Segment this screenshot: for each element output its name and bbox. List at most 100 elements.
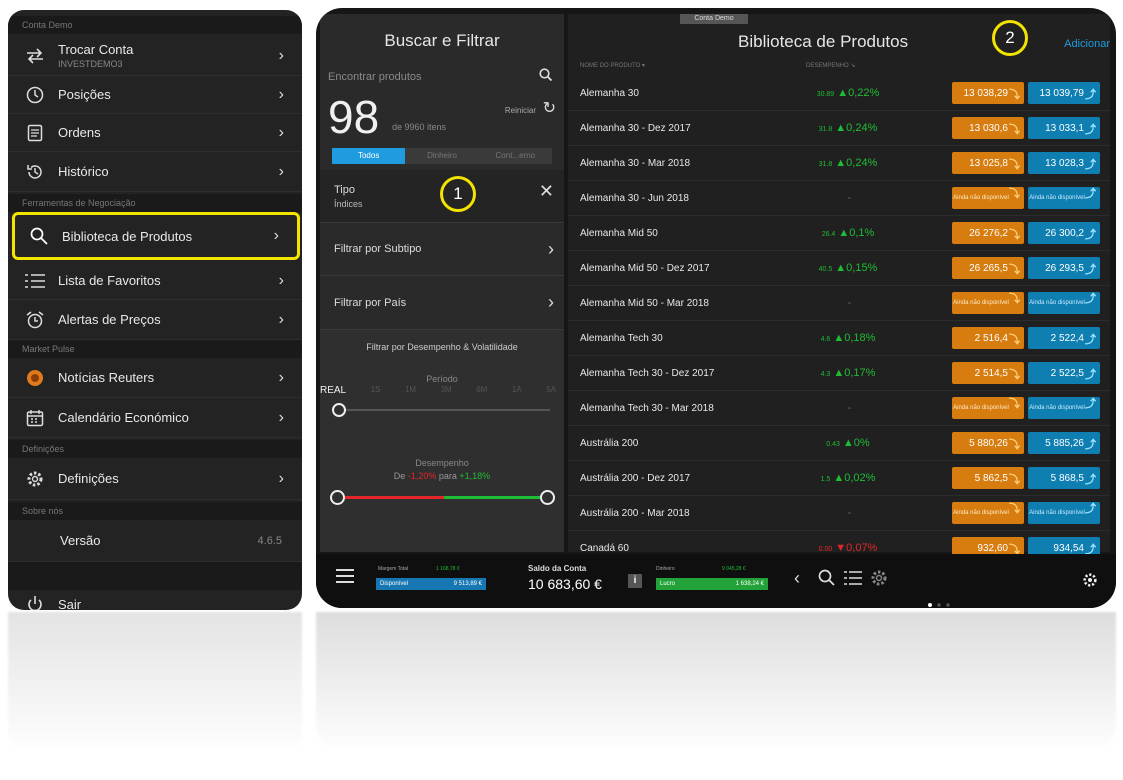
period-tick[interactable]: 3M	[441, 385, 452, 396]
buy-button[interactable]: 5 868,5 ⤴	[1028, 467, 1100, 489]
buy-button[interactable]: 5 885,26 ⤴	[1028, 432, 1100, 454]
menu-item-history[interactable]: Histórico ›	[8, 152, 302, 192]
perf-header: Filtrar por Desempenho & Volatilidade	[366, 342, 518, 352]
search-icon[interactable]	[818, 569, 835, 591]
performance-points: 40.5	[818, 266, 833, 273]
sell-button[interactable]: 13 025,8 ⤵	[952, 152, 1024, 174]
menu-item-price-alerts[interactable]: Alertas de Preços ›	[8, 300, 302, 340]
sell-button[interactable]: 26 265,5 ⤵	[952, 257, 1024, 279]
menu-item-product-library[interactable]: Biblioteca de Produtos ›	[12, 212, 300, 260]
calendar-icon	[22, 408, 48, 428]
menu-item-orders[interactable]: Ordens ›	[8, 114, 302, 152]
column-name[interactable]: NOME DO PRODUTO ▾	[580, 62, 645, 69]
menu-item-label: Alertas de Preços	[58, 312, 161, 327]
sell-button[interactable]: 13 038,29 ⤵	[952, 82, 1024, 104]
period-tick[interactable]: 6M	[476, 385, 487, 396]
close-icon[interactable]: ✕	[539, 181, 554, 202]
performance-cell: 31.8 ▲0,24%	[800, 122, 896, 134]
sell-button[interactable]: Ainda não disponível ⤵	[952, 502, 1024, 524]
menu-item-reuters-news[interactable]: Notícias Reuters ›	[8, 358, 302, 398]
buy-price: Ainda não disponível	[1029, 509, 1085, 516]
sell-button[interactable]: 26 276,2 ⤵	[952, 222, 1024, 244]
performance-cell: 30.89 ▲0,22%	[800, 87, 896, 99]
perf-slider-min-handle[interactable]	[330, 490, 345, 505]
search-box[interactable]: Encontrar produtos	[328, 66, 556, 88]
table-row[interactable]: Alemanha Tech 30 - Mar 2018 - Ainda não di…	[568, 391, 1110, 426]
tab-contracts[interactable]: Cont...erno	[478, 148, 552, 164]
page-indicator	[928, 594, 954, 608]
menu-item-logout[interactable]: Sair	[8, 590, 302, 610]
filter-by-country[interactable]: Filtrar por País ›	[320, 276, 564, 330]
menu-item-switch-account[interactable]: Trocar Conta INVESTDEMO3 ›	[8, 36, 302, 76]
table-row[interactable]: Alemanha Tech 30 - Dez 2017 4.3 ▲0,17% 2 51…	[568, 356, 1110, 391]
table-row[interactable]: Alemanha 30 - Mar 2018 31.8 ▲0,24% 13 025,8…	[568, 146, 1110, 181]
settings-gear-icon[interactable]	[1082, 572, 1098, 593]
buy-button[interactable]: 2 522,4 ⤴	[1028, 327, 1100, 349]
hamburger-menu-icon[interactable]	[336, 569, 354, 588]
sell-button[interactable]: 13 030,6 ⤵	[952, 117, 1024, 139]
menu-item-positions[interactable]: Posições ›	[8, 76, 302, 114]
sell-button[interactable]: 5 880,26 ⤵	[952, 432, 1024, 454]
table-row[interactable]: Austrália 200 0.43 ▲0% 5 880,26 ⤵ 5 885,26 ⤴	[568, 426, 1110, 461]
table-row[interactable]: Alemanha 30 - Jun 2018 - Ainda não disponí…	[568, 181, 1110, 216]
table-row[interactable]: Austrália 200 - Dez 2017 1.5 ▲0,02% 5 862,5…	[568, 461, 1110, 496]
gear-icon[interactable]	[870, 569, 888, 592]
add-button[interactable]: Adicionar	[1064, 38, 1110, 50]
menu-item-economic-calendar[interactable]: Calendário Económico ›	[8, 398, 302, 438]
buy-button[interactable]: 13 039,79 ⤴	[1028, 82, 1100, 104]
table-row[interactable]: Austrália 200 - Mar 2018 - Ainda não dispo…	[568, 496, 1110, 531]
tab-cash[interactable]: Dinheiro	[405, 148, 479, 164]
buy-button[interactable]: Ainda não disponível ⤴	[1028, 292, 1100, 314]
buy-button[interactable]: Ainda não disponível ⤴	[1028, 397, 1100, 419]
sell-button[interactable]: 2 516,4 ⤵	[952, 327, 1024, 349]
power-icon	[22, 594, 48, 610]
reset-button[interactable]: Reiniciar	[505, 106, 536, 115]
table-row[interactable]: Alemanha Tech 30 4.6 ▲0,18% 2 516,4 ⤵ 2 522,4…	[568, 321, 1110, 356]
info-icon[interactable]: i	[628, 574, 642, 588]
history-icon	[22, 162, 48, 182]
period-tick[interactable]: 5A	[546, 385, 556, 396]
buy-button[interactable]: 2 522,5 ⤴	[1028, 362, 1100, 384]
sell-price: 5 880,26	[969, 437, 1008, 449]
buy-button[interactable]: Ainda não disponível ⤴	[1028, 502, 1100, 524]
buy-button[interactable]: 13 033,1 ⤴	[1028, 117, 1100, 139]
sell-button[interactable]: Ainda não disponível ⤵	[952, 187, 1024, 209]
sell-button[interactable]: 2 514,5 ⤵	[952, 362, 1024, 384]
list-icon[interactable]	[844, 571, 862, 590]
search-input[interactable]: Encontrar produtos	[328, 71, 422, 83]
table-row[interactable]: Alemanha Mid 50 - Dez 2017 40.5 ▲0,15% 26 2…	[568, 251, 1110, 286]
sell-button[interactable]: Ainda não disponível ⤵	[952, 397, 1024, 419]
table-row[interactable]: Alemanha 30 - Dez 2017 31.8 ▲0,24% 13 030,6…	[568, 111, 1110, 146]
table-row[interactable]: Alemanha 30 30.89 ▲0,22% 13 038,29 ⤵ 13 039,7…	[568, 76, 1110, 111]
period-tick[interactable]: 1A	[512, 385, 522, 396]
sell-button[interactable]: Ainda não disponível ⤵	[952, 292, 1024, 314]
refresh-icon[interactable]: ↻	[543, 98, 556, 118]
buy-button[interactable]: 26 293,5 ⤴	[1028, 257, 1100, 279]
tab-all[interactable]: Todos	[332, 148, 406, 164]
table-row[interactable]: Alemanha Mid 50 - Mar 2018 - Ainda não dis…	[568, 286, 1110, 321]
search-icon[interactable]	[539, 68, 553, 86]
menu-item-definitions[interactable]: Definições ›	[8, 458, 302, 500]
sell-arrow-icon: ⤵	[1009, 159, 1020, 171]
period-tick[interactable]: REAL	[320, 385, 346, 396]
buy-price: 26 293,5	[1045, 262, 1084, 274]
period-slider-track[interactable]	[340, 409, 550, 411]
performance-points: 26.4	[821, 231, 836, 238]
table-row[interactable]: Alemanha Mid 50 26.4 ▲0,1% 26 276,2 ⤵ 26 300,…	[568, 216, 1110, 251]
menu-item-label: Trocar Conta	[58, 42, 134, 57]
perf-slider-max-handle[interactable]	[540, 490, 555, 505]
buy-button[interactable]: 26 300,2 ⤴	[1028, 222, 1100, 244]
product-name: Alemanha 30	[580, 87, 639, 99]
period-tick[interactable]: 1S	[371, 385, 381, 396]
back-chevron-icon[interactable]: ‹	[794, 568, 800, 589]
period-slider-handle[interactable]	[332, 403, 346, 417]
perf-to-word: para	[438, 471, 457, 481]
sell-price: 2 516,4	[974, 332, 1008, 344]
sell-button[interactable]: 5 862,5 ⤵	[952, 467, 1024, 489]
filter-by-subtype[interactable]: Filtrar por Subtipo ›	[320, 222, 564, 276]
column-performance[interactable]: DESEMPENHO ↘	[806, 62, 855, 69]
menu-item-watchlist[interactable]: Lista de Favoritos ›	[8, 262, 302, 300]
buy-button[interactable]: 13 028,3 ⤴	[1028, 152, 1100, 174]
buy-button[interactable]: Ainda não disponível ⤴	[1028, 187, 1100, 209]
period-tick[interactable]: 1M	[405, 385, 416, 396]
